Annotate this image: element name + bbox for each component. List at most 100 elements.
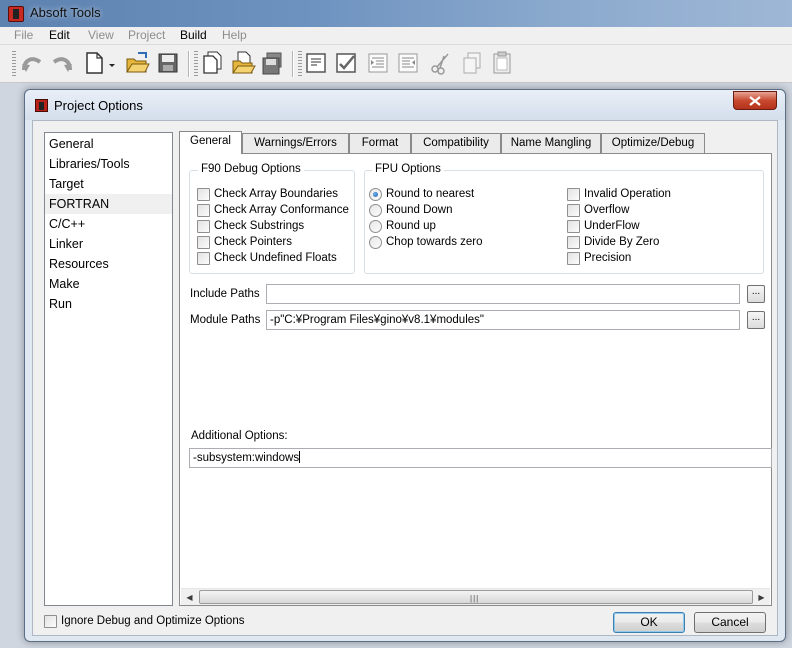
category-resources[interactable]: Resources (45, 254, 172, 274)
include-paths-input[interactable] (266, 284, 740, 304)
fpu-options-group: FPU Options Round to nearest Round Down … (364, 163, 764, 274)
general-tab-panel: F90 Debug Options Check Array Boundaries… (179, 153, 772, 606)
overflow-label: Overflow (584, 204, 630, 216)
check-array-boundaries-label: Check Array Boundaries (214, 188, 339, 200)
menu-project[interactable]: Project (128, 28, 165, 42)
category-c-cpp[interactable]: C/C++ (45, 214, 172, 234)
underflow-checkbox[interactable] (567, 220, 580, 233)
round-down-label: Round Down (386, 204, 453, 216)
underflow-label: UnderFlow (584, 220, 640, 232)
tab-optimize-debug[interactable]: Optimize/Debug (601, 133, 705, 153)
ok-button[interactable]: OK (613, 612, 685, 633)
dialog-app-icon (35, 99, 48, 112)
menu-edit[interactable]: Edit (49, 28, 70, 42)
chevron-down-icon[interactable] (106, 50, 118, 76)
toolbar-grip[interactable] (12, 51, 16, 77)
menu-file[interactable]: File (14, 28, 33, 42)
toolbar-grip[interactable] (194, 51, 198, 77)
scrollbar-grip-icon: ||| (470, 594, 480, 603)
round-to-nearest-label: Round to nearest (386, 188, 475, 200)
scroll-left-icon[interactable]: ◀ (181, 589, 198, 606)
ignore-debug-optimize-checkbox[interactable] (44, 615, 57, 628)
category-make[interactable]: Make (45, 274, 172, 294)
chop-towards-zero-radio[interactable] (369, 236, 382, 249)
new-project-icon[interactable] (200, 50, 224, 76)
module-paths-browse-button[interactable]: ... (747, 311, 765, 329)
save-icon[interactable] (156, 50, 180, 76)
tab-format[interactable]: Format (349, 133, 411, 153)
menu-build[interactable]: Build (180, 28, 207, 42)
project-options-dialog: Project Options General Libraries/Tools … (24, 89, 786, 642)
category-general[interactable]: General (45, 134, 172, 154)
check-substrings-label: Check Substrings (214, 220, 305, 232)
scrollbar-thumb[interactable]: ||| (199, 590, 753, 604)
category-linker[interactable]: Linker (45, 234, 172, 254)
absoft-app-icon (8, 6, 24, 22)
check-array-conformance-checkbox[interactable] (197, 204, 210, 217)
new-file-icon[interactable] (82, 50, 106, 76)
invalid-operation-checkbox[interactable] (567, 188, 580, 201)
overflow-checkbox[interactable] (567, 204, 580, 217)
include-paths-browse-button[interactable]: ... (747, 285, 765, 303)
additional-options-label: Additional Options: (191, 430, 288, 442)
tab-warnings-errors[interactable]: Warnings/Errors (242, 133, 349, 153)
check-array-boundaries-checkbox[interactable] (197, 188, 210, 201)
edit-check-icon[interactable] (334, 50, 358, 76)
category-run[interactable]: Run (45, 294, 172, 314)
toolbar (0, 45, 792, 83)
undo-icon[interactable] (20, 50, 44, 76)
paste-icon[interactable] (490, 50, 514, 76)
open-folder-icon[interactable] (124, 50, 150, 76)
check-pointers-checkbox[interactable] (197, 236, 210, 249)
check-undefined-floats-checkbox[interactable] (197, 252, 210, 265)
precision-label: Precision (584, 252, 632, 264)
comment-icon[interactable] (304, 50, 328, 76)
save-project-icon[interactable] (260, 50, 284, 76)
round-up-radio[interactable] (369, 220, 382, 233)
ignore-debug-optimize-label: Ignore Debug and Optimize Options (61, 615, 245, 627)
round-up-label: Round up (386, 220, 436, 232)
module-paths-label: Module Paths (190, 314, 261, 326)
dialog-title-bar[interactable]: Project Options (25, 90, 785, 120)
divide-by-zero-label: Divide By Zero (584, 236, 660, 248)
additional-options-input[interactable]: -subsystem:windows (189, 448, 772, 468)
include-paths-label: Include Paths (190, 288, 260, 300)
category-libraries-tools[interactable]: Libraries/Tools (45, 154, 172, 174)
indent-icon[interactable] (366, 50, 390, 76)
menu-bar: File Edit View Project Build Help (0, 27, 792, 45)
module-paths-input[interactable]: -p"C:¥Program Files¥gino¥v8.1¥modules" (266, 310, 740, 330)
toolbar-grip[interactable] (298, 51, 302, 77)
toolbar-separator (188, 51, 190, 77)
outdent-icon[interactable] (396, 50, 420, 76)
check-substrings-checkbox[interactable] (197, 220, 210, 233)
round-to-nearest-radio[interactable] (369, 188, 382, 201)
tab-compatibility[interactable]: Compatibility (411, 133, 501, 153)
round-down-radio[interactable] (369, 204, 382, 217)
main-window-title: Absoft Tools (30, 5, 101, 20)
additional-options-value: -subsystem:windows (193, 452, 300, 464)
dialog-title: Project Options (54, 98, 143, 113)
precision-checkbox[interactable] (567, 252, 580, 265)
f90-debug-options-group: F90 Debug Options Check Array Boundaries… (189, 163, 355, 274)
category-fortran[interactable]: FORTRAN (45, 194, 172, 214)
tab-general[interactable]: General (179, 131, 242, 154)
dialog-body: General Libraries/Tools Target FORTRAN C… (32, 120, 778, 636)
main-title-bar: Absoft Tools (0, 0, 792, 27)
open-project-icon[interactable] (230, 50, 256, 76)
category-target[interactable]: Target (45, 174, 172, 194)
menu-view[interactable]: View (88, 28, 114, 42)
cancel-button[interactable]: Cancel (694, 612, 766, 633)
check-pointers-label: Check Pointers (214, 236, 292, 248)
dialog-close-button[interactable] (733, 91, 777, 110)
copy-icon[interactable] (460, 50, 484, 76)
category-list[interactable]: General Libraries/Tools Target FORTRAN C… (44, 132, 173, 606)
divide-by-zero-checkbox[interactable] (567, 236, 580, 249)
redo-icon[interactable] (50, 50, 74, 76)
cut-icon[interactable] (428, 50, 452, 76)
check-undefined-floats-label: Check Undefined Floats (214, 252, 337, 264)
horizontal-scrollbar[interactable]: ◀ ||| ▶ (181, 588, 770, 605)
close-icon (749, 96, 761, 106)
scroll-right-icon[interactable]: ▶ (753, 589, 770, 606)
menu-help[interactable]: Help (222, 28, 247, 42)
tab-name-mangling[interactable]: Name Mangling (501, 133, 601, 153)
